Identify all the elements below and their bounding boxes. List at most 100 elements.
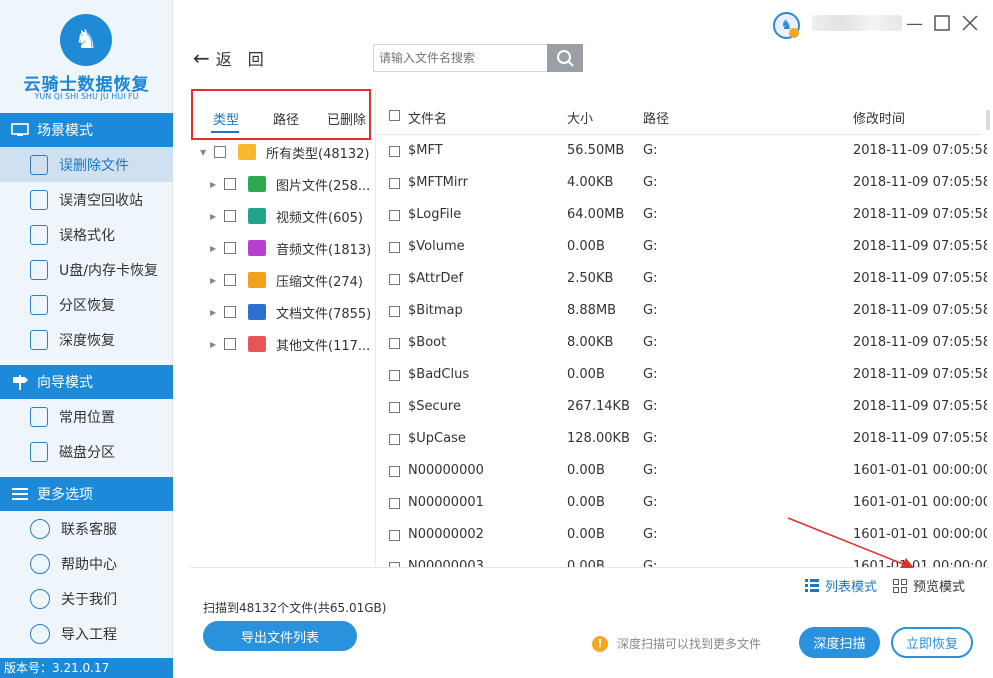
sidebar-item[interactable]: 导入工程: [0, 616, 173, 651]
sidebar-item[interactable]: 误清空回收站: [0, 182, 173, 217]
column-header-name[interactable]: 文件名: [408, 108, 447, 127]
column-header-modified[interactable]: 修改时间: [853, 108, 905, 127]
username-blurred: [812, 15, 902, 31]
row-checkbox[interactable]: [389, 530, 400, 541]
audio-icon: [248, 240, 266, 256]
column-header-path[interactable]: 路径: [643, 108, 669, 127]
tree-item[interactable]: ▶ 图片文件(258...: [210, 172, 370, 196]
scrollbar[interactable]: [986, 110, 990, 130]
deep-scan-button[interactable]: 深度扫描: [799, 627, 880, 658]
row-checkbox[interactable]: [389, 210, 400, 221]
table-header: 文件名 大小 路径 修改时间: [377, 97, 981, 135]
tree-item[interactable]: ▶ 压缩文件(274): [210, 268, 363, 292]
column-header-size[interactable]: 大小: [567, 108, 593, 127]
row-checkbox[interactable]: [389, 402, 400, 413]
table-row[interactable]: $Volume 0.00B G: 2018-11-09 07:05:58: [377, 231, 987, 263]
section-scene-mode[interactable]: 场景模式: [0, 113, 173, 147]
tree-item[interactable]: ▼ 所有类型(48132): [200, 140, 370, 164]
tree-item[interactable]: ▶ 音频文件(1813): [210, 236, 371, 260]
cell-path: G:: [643, 175, 658, 190]
cell-name: $Secure: [408, 399, 461, 414]
table-row[interactable]: $AttrDef 2.50KB G: 2018-11-09 07:05:58: [377, 263, 987, 295]
tree-item-label: 文档文件(7855): [276, 306, 372, 322]
list-mode-label: 列表模式: [825, 580, 878, 595]
table-row[interactable]: N00000000 0.00B G: 1601-01-01 00:00:00: [377, 455, 987, 487]
search-button[interactable]: [547, 44, 583, 72]
row-checkbox[interactable]: [389, 466, 400, 477]
table-row[interactable]: $UpCase 128.00KB G: 2018-11-09 07:05:58: [377, 423, 987, 455]
tree-item[interactable]: ▶ 视频文件(605): [210, 204, 363, 228]
tab-deleted[interactable]: 已删除: [327, 109, 366, 128]
sidebar-item[interactable]: 磁盘分区: [0, 434, 173, 469]
table-row[interactable]: $Bitmap 8.88MB G: 2018-11-09 07:05:58: [377, 295, 987, 327]
table-row[interactable]: $BadClus 0.00B G: 2018-11-09 07:05:58: [377, 359, 987, 391]
row-checkbox[interactable]: [389, 274, 400, 285]
row-checkbox[interactable]: [389, 242, 400, 253]
caret-right-icon[interactable]: ▶: [210, 180, 224, 189]
info-icon: [30, 588, 50, 609]
recycle-bin-icon: [30, 189, 48, 210]
tree-checkbox[interactable]: [224, 338, 236, 350]
sidebar-item[interactable]: 帮助中心: [0, 546, 173, 581]
caret-right-icon[interactable]: ▶: [210, 244, 224, 253]
phone-icon: [30, 518, 50, 539]
row-checkbox[interactable]: [389, 306, 400, 317]
minimize-icon[interactable]: —: [906, 14, 923, 34]
sidebar-item[interactable]: 误删除文件: [0, 147, 173, 182]
select-all-checkbox[interactable]: [389, 110, 400, 121]
back-button[interactable]: ← 返 回: [193, 46, 264, 70]
tree-item[interactable]: ▶ 其他文件(117...: [210, 332, 370, 356]
maximize-icon[interactable]: [934, 15, 950, 36]
cell-path: G:: [643, 335, 658, 350]
row-checkbox[interactable]: [389, 498, 400, 509]
sidebar-item-label: 帮助中心: [61, 556, 117, 573]
cell-time: 1601-01-01 00:00:00: [853, 463, 987, 478]
logo: ♞ 云骑士数据恢复 YUN QI SHI SHU JU HUI FU: [0, 0, 172, 110]
tree-checkbox[interactable]: [224, 210, 236, 222]
table-row[interactable]: $Boot 8.00KB G: 2018-11-09 07:05:58: [377, 327, 987, 359]
caret-right-icon[interactable]: ▶: [210, 212, 224, 221]
row-checkbox[interactable]: [389, 434, 400, 445]
recover-now-button[interactable]: 立即恢复: [891, 627, 973, 658]
close-icon[interactable]: [962, 15, 978, 36]
sidebar-item[interactable]: 联系客服: [0, 511, 173, 546]
search-input[interactable]: [373, 44, 547, 72]
caret-right-icon[interactable]: ▶: [210, 276, 224, 285]
sidebar-item[interactable]: 关于我们: [0, 581, 173, 616]
tree-checkbox[interactable]: [214, 146, 226, 158]
version-label: 版本号：3.21.0.17: [0, 658, 173, 678]
tab-path[interactable]: 路径: [273, 109, 299, 128]
tree-checkbox[interactable]: [224, 274, 236, 286]
sidebar-item[interactable]: 常用位置: [0, 399, 173, 434]
row-checkbox[interactable]: [389, 338, 400, 349]
tree-item[interactable]: ▶ 文档文件(7855): [210, 300, 371, 324]
row-checkbox[interactable]: [389, 370, 400, 381]
caret-right-icon[interactable]: ▶: [210, 340, 224, 349]
sidebar-item[interactable]: U盘/内存卡恢复: [0, 252, 173, 287]
sidebar-item[interactable]: 分区恢复: [0, 287, 173, 322]
tree-checkbox[interactable]: [224, 178, 236, 190]
sidebar-item[interactable]: 误格式化: [0, 217, 173, 252]
panel-divider: [375, 90, 376, 566]
row-checkbox[interactable]: [389, 178, 400, 189]
list-mode-button[interactable]: 列表模式: [805, 576, 877, 595]
table-row[interactable]: $Secure 267.14KB G: 2018-11-09 07:05:58: [377, 391, 987, 423]
sidebar-item[interactable]: 深度恢复: [0, 322, 173, 357]
preview-mode-button[interactable]: 预览模式: [893, 576, 965, 595]
table-row[interactable]: $MFT 56.50MB G: 2018-11-09 07:05:58: [377, 135, 987, 167]
section-more-options[interactable]: 更多选项: [0, 477, 173, 511]
tree-checkbox[interactable]: [224, 242, 236, 254]
tree-checkbox[interactable]: [224, 306, 236, 318]
section-guide-mode[interactable]: 向导模式: [0, 365, 173, 399]
import-icon: [30, 623, 50, 644]
sidebar-item-label: U盘/内存卡恢复: [59, 262, 158, 279]
export-list-button[interactable]: 导出文件列表: [203, 621, 357, 651]
tab-type[interactable]: 类型: [213, 109, 239, 128]
caret-down-icon[interactable]: ▼: [200, 148, 214, 157]
cell-size: 56.50MB: [567, 143, 625, 158]
caret-right-icon[interactable]: ▶: [210, 308, 224, 317]
table-row[interactable]: $MFTMirr 4.00KB G: 2018-11-09 07:05:58: [377, 167, 987, 199]
video-icon: [248, 208, 266, 224]
table-row[interactable]: $LogFile 64.00MB G: 2018-11-09 07:05:58: [377, 199, 987, 231]
row-checkbox[interactable]: [389, 146, 400, 157]
